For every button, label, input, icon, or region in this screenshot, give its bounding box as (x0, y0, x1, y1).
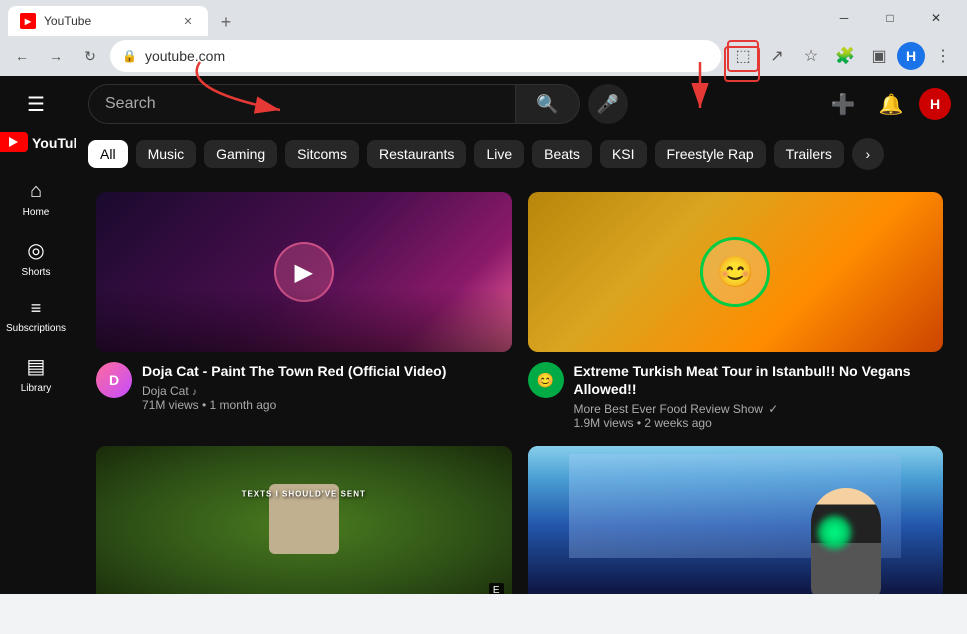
mic-icon: 🎤 (597, 94, 619, 115)
sidebar: ☰ YouTube ⌂ Home ◎ Shorts ≡ Subscription… (0, 76, 72, 594)
filter-bar: All Music Gaming Sitcoms Restaurants Liv… (72, 132, 967, 176)
video-item-3[interactable]: Ani He Gets Abandoned From His Kingdom, … (520, 438, 952, 594)
search-button[interactable]: 🔍 (516, 84, 580, 124)
search-bar: Search 🔍 🎤 (88, 84, 628, 124)
mic-button[interactable]: 🎤 (588, 84, 628, 124)
ellipsis-icon: ⋮ (935, 46, 951, 66)
sidebar-toggle-button[interactable]: ▣ (863, 40, 895, 72)
create-button[interactable]: ➕ (823, 84, 863, 124)
extensions-button[interactable]: 🧩 (829, 40, 861, 72)
main-content: Search 🔍 🎤 ➕ 🔔 (72, 76, 967, 594)
video-info-0: Doja Cat - Paint The Town Red (Official … (142, 362, 512, 412)
active-tab[interactable]: ▶ YouTube ✕ (8, 6, 208, 36)
subscriptions-icon: ≡ (31, 298, 42, 319)
tab-favicon: ▶ (20, 13, 36, 29)
sidebar-item-shorts[interactable]: ◎ Shorts (4, 230, 68, 286)
yt-profile-avatar[interactable]: H (919, 88, 951, 120)
chip-gaming[interactable]: Gaming (204, 140, 277, 168)
video-channel-1: More Best Ever Food Review Show ✓ (574, 402, 944, 416)
svg-text:YouTube: YouTube (32, 135, 76, 151)
explicit-badge: E (489, 583, 504, 594)
library-icon: ▤ (27, 354, 46, 379)
bookmark-button[interactable]: ☆ (795, 40, 827, 72)
share-button[interactable]: ↗ (761, 40, 793, 72)
chips-next-button[interactable]: › (852, 138, 884, 170)
lock-icon: 🔒 (122, 49, 137, 63)
chip-beats[interactable]: Beats (532, 140, 592, 168)
verified-icon-1: ✓ (768, 402, 778, 416)
shorts-icon: ◎ (27, 238, 44, 263)
video-title-0: Doja Cat - Paint The Town Red (Official … (142, 362, 512, 380)
chip-restaurants[interactable]: Restaurants (367, 140, 466, 168)
sidebar-toggle-icon: ▣ (871, 46, 886, 66)
video-stats-1: 1.9M views • 2 weeks ago (574, 416, 944, 430)
new-tab-button[interactable]: + (212, 8, 240, 36)
sidebar-item-library[interactable]: ▤ Library (4, 346, 68, 402)
video-item-0[interactable]: ▶ D Doja Cat - Paint The Town Red (Offic… (88, 184, 520, 438)
video-grid: ▶ D Doja Cat - Paint The Town Red (Offic… (72, 176, 967, 594)
search-icon: 🔍 (536, 94, 558, 115)
url-text: youtube.com (145, 48, 709, 64)
minimize-button[interactable]: ─ (821, 4, 867, 32)
chip-sitcoms[interactable]: Sitcoms (285, 140, 359, 168)
video-title-1: Extreme Turkish Meat Tour in Istanbul!! … (574, 362, 944, 398)
chip-music[interactable]: Music (136, 140, 197, 168)
chip-ksi[interactable]: KSI (600, 140, 647, 168)
cast-button[interactable]: ⬚ (727, 40, 759, 72)
create-icon: ➕ (831, 92, 856, 117)
channel-avatar-1: 😊 (528, 362, 564, 398)
video-channel-0: Doja Cat ♪ (142, 384, 512, 398)
video-info-1: Extreme Turkish Meat Tour in Istanbul!! … (574, 362, 944, 430)
video-meta-0: D Doja Cat - Paint The Town Red (Officia… (96, 362, 512, 412)
tab-close-button[interactable]: ✕ (180, 13, 196, 29)
sidebar-label-subscriptions: Subscriptions (6, 323, 66, 334)
home-icon: ⌂ (30, 180, 42, 203)
browser-menu-button[interactable]: ⋮ (927, 40, 959, 72)
notifications-button[interactable]: 🔔 (871, 84, 911, 124)
chip-freestyle-rap[interactable]: Freestyle Rap (655, 140, 766, 168)
youtube-logo[interactable]: YouTube (0, 128, 76, 164)
sidebar-item-home[interactable]: ⌂ Home (4, 172, 68, 226)
close-button[interactable]: ✕ (913, 4, 959, 32)
youtube-app: ☰ YouTube ⌂ Home ◎ Shorts ≡ Subscription… (0, 76, 967, 594)
notifications-icon: 🔔 (879, 92, 904, 117)
sidebar-label-home: Home (23, 207, 50, 218)
yt-header-right: ➕ 🔔 H (823, 84, 951, 124)
restore-button[interactable]: □ (867, 4, 913, 32)
video-item-2[interactable]: TEXTS I SHOULD'VE SENT E L Scary - Texts… (88, 438, 520, 594)
chip-live[interactable]: Live (474, 140, 524, 168)
video-item-1[interactable]: 😊 😊 Extreme Turkish Meat Tour in Istanbu… (520, 184, 952, 438)
bookmark-icon: ☆ (804, 46, 818, 66)
address-bar[interactable]: 🔒 youtube.com (110, 40, 721, 72)
tab-title: YouTube (44, 14, 172, 28)
extensions-icon: 🧩 (835, 46, 855, 66)
video-meta-1: 😊 Extreme Turkish Meat Tour in Istanbul!… (528, 362, 944, 430)
video-stats-0: 71M views • 1 month ago (142, 398, 512, 412)
share-icon: ↗ (770, 46, 783, 66)
yt-header: Search 🔍 🎤 ➕ 🔔 (72, 76, 967, 132)
search-input[interactable]: Search (105, 95, 156, 113)
chip-trailers[interactable]: Trailers (774, 140, 844, 168)
sidebar-item-subscriptions[interactable]: ≡ Subscriptions (4, 290, 68, 342)
music-note-icon: ♪ (192, 387, 197, 398)
sidebar-label-library: Library (21, 383, 52, 394)
channel-avatar-0: D (96, 362, 132, 398)
browser-profile[interactable]: H (897, 42, 925, 70)
search-input-wrap[interactable]: Search (88, 84, 516, 124)
forward-button[interactable]: → (42, 42, 70, 70)
cast-icon: ⬚ (735, 46, 750, 66)
refresh-button[interactable]: ↻ (76, 42, 104, 70)
chip-all[interactable]: All (88, 140, 128, 168)
sidebar-label-shorts: Shorts (22, 267, 51, 278)
back-button[interactable]: ← (8, 42, 36, 70)
hamburger-button[interactable]: ☰ (16, 84, 56, 124)
